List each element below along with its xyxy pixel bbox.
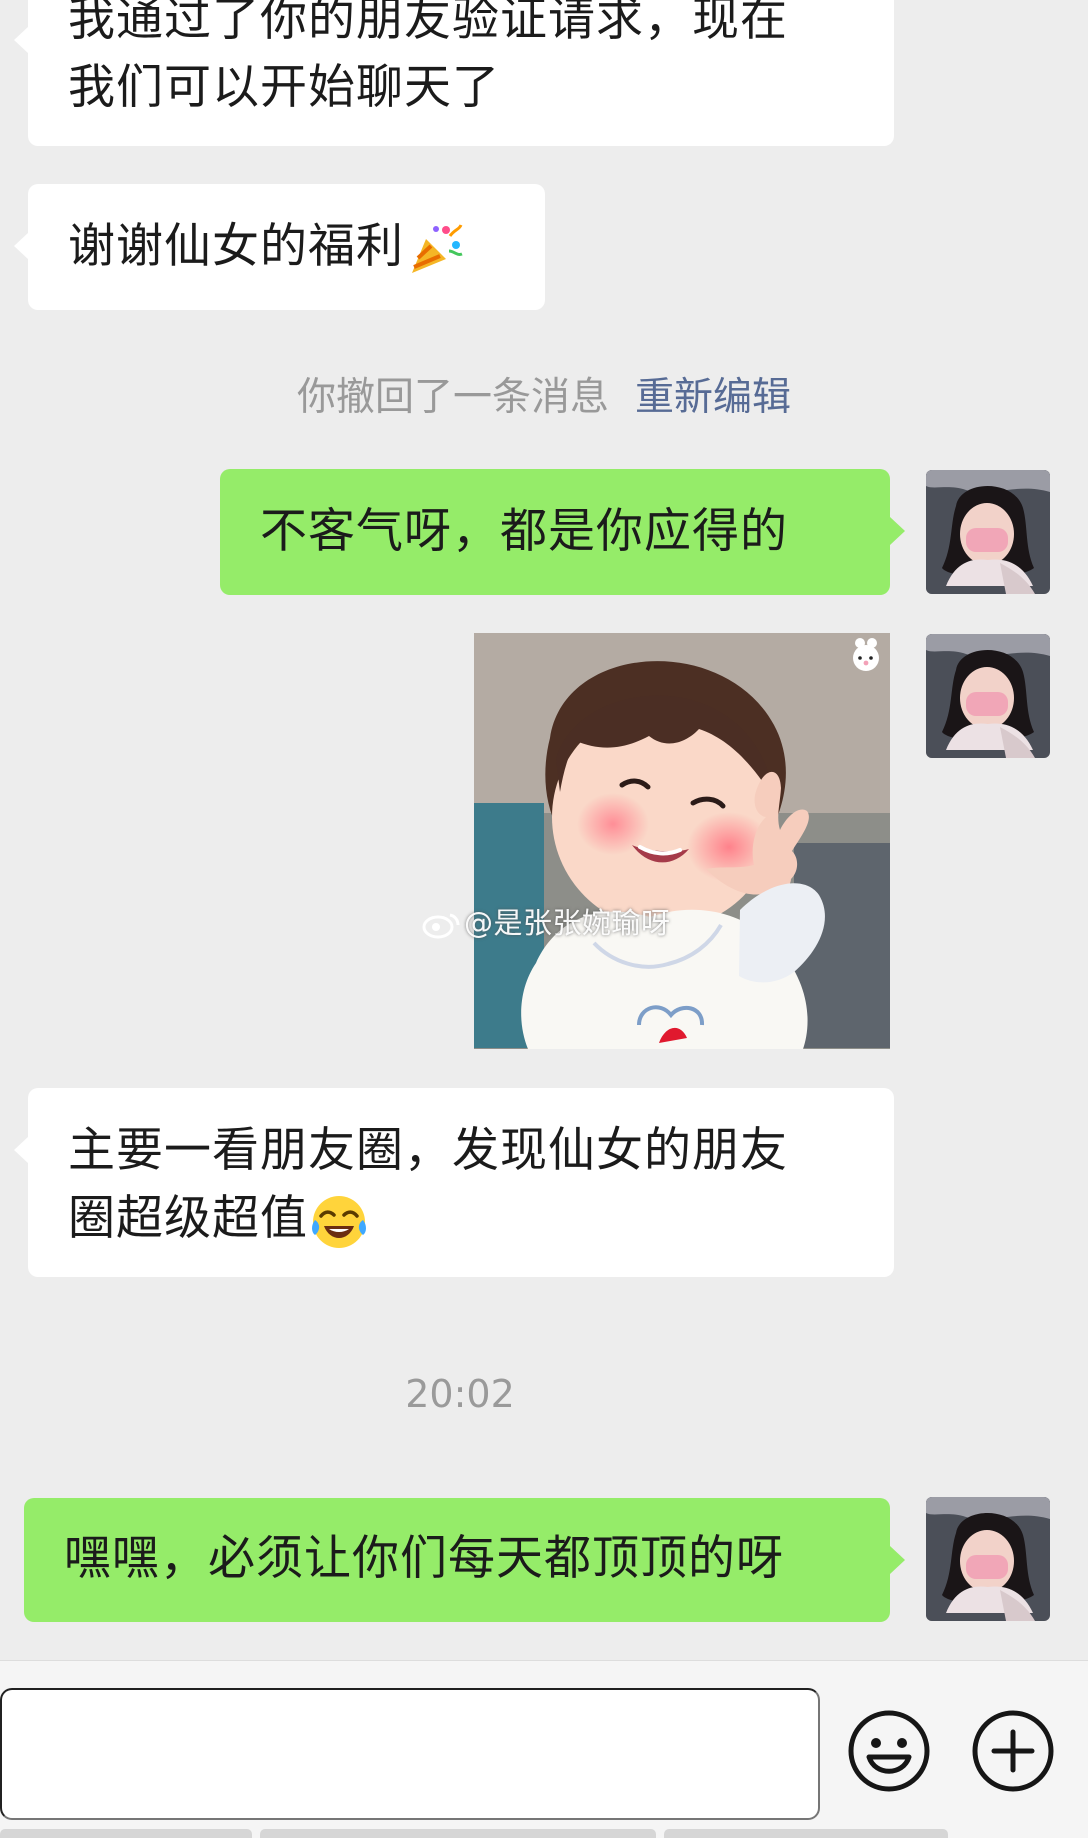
weibo-icon — [422, 913, 460, 939]
avatar[interactable] — [926, 1497, 1050, 1621]
message-4-line-1: 主要一看朋友圈，发现仙女的朋友 — [68, 1123, 788, 1178]
recall-text: 你撤回了一条消息 — [296, 375, 609, 420]
message-2-text: 谢谢仙女的福利 — [68, 219, 404, 274]
tears-of-joy-icon — [312, 1195, 366, 1248]
incoming-message-2[interactable]: 谢谢仙女的福利 — [14, 184, 545, 310]
chat-screen: 我通过了你的朋友验证请求，现在 我们可以开始聊天了 谢谢仙女的福利 你撤回了一条… — [0, 0, 1088, 1838]
message-input[interactable] — [0, 1688, 820, 1820]
message-4-line-2-text: 圈超级超值 — [68, 1191, 308, 1246]
incoming-message-3[interactable]: 主要一看朋友圈，发现仙女的朋友 圈超级超值 — [14, 1088, 894, 1277]
avatar[interactable] — [926, 470, 1050, 594]
input-bar — [0, 1660, 1088, 1838]
message-3-text: 不客气呀，都是你应得的 — [260, 504, 788, 559]
plus-icon[interactable] — [970, 1708, 1056, 1794]
re-edit-link[interactable]: 重新编辑 — [635, 375, 791, 420]
emoji-icon[interactable] — [846, 1708, 932, 1794]
party-popper-icon — [412, 223, 463, 273]
child-sticker-image[interactable] — [474, 633, 890, 1049]
incoming-message-1[interactable]: 我通过了你的朋友验证请求，现在 我们可以开始聊天了 — [14, 0, 894, 146]
sticker-watermark: @是张张婉瑜呀 — [420, 900, 671, 942]
message-1-line-1: 我通过了你的朋友验证请求，现在 — [68, 0, 788, 47]
recall-notice: 你撤回了一条消息 重新编辑 — [0, 366, 1088, 422]
outgoing-message-2[interactable]: 嘿嘿，必须让你们每天都顶顶的呀 — [24, 1498, 905, 1622]
sticker-watermark-text: @是张张婉瑜呀 — [464, 906, 671, 940]
timestamp: 20:02 — [405, 1372, 515, 1416]
bottom-bars — [0, 1827, 1088, 1838]
message-4-line-2: 圈超级超值 — [68, 1185, 854, 1253]
outgoing-message-1[interactable]: 不客气呀，都是你应得的 — [220, 469, 905, 595]
message-1-line-2: 我们可以开始聊天了 — [68, 60, 500, 115]
message-5-text: 嘿嘿，必须让你们每天都顶顶的呀 — [64, 1531, 784, 1586]
avatar[interactable] — [926, 634, 1050, 758]
